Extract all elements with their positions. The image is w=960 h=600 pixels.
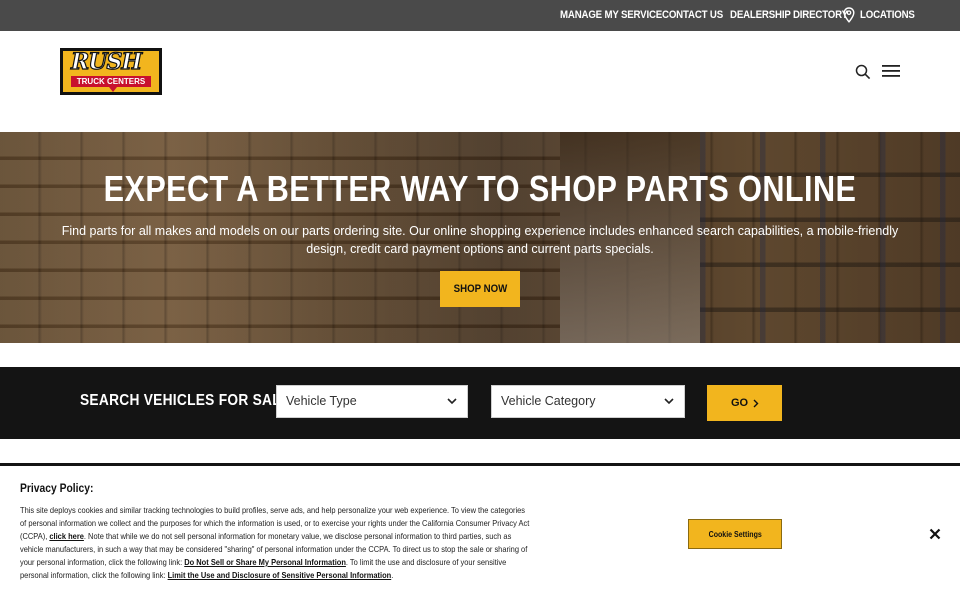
utility-bar: MANAGE MY SERVICE CONTACT US DEALERSHIP … (0, 0, 960, 31)
shop-now-label: SHOP NOW (453, 283, 507, 295)
cookie-text-part-4: . (391, 570, 394, 580)
cookie-settings-label: Cookie Settings (708, 529, 762, 539)
logo-wordmark: RUSH (70, 51, 142, 76)
hamburger-menu-icon[interactable] (882, 63, 900, 79)
vehicle-search-bar: SEARCH VEHICLES FOR SALE: Vehicle Type V… (0, 367, 960, 439)
vehicle-type-select[interactable]: Vehicle Type (276, 385, 468, 418)
click-here-link[interactable]: click here (49, 531, 84, 541)
logo-band: TRUCK CENTERS (71, 76, 151, 87)
cookie-banner-text: This site deploys cookies and similar tr… (20, 504, 530, 582)
vehicle-type-value: Vehicle Type (286, 394, 357, 408)
cookie-settings-button[interactable]: Cookie Settings (688, 519, 782, 549)
site-header: RUSH TRUCK CENTERS (0, 31, 960, 132)
chevron-down-icon (447, 398, 457, 405)
manage-my-service-link[interactable]: MANAGE MY SERVICE (560, 0, 662, 31)
chevron-down-icon (664, 398, 674, 405)
rush-truck-centers-logo[interactable]: RUSH TRUCK CENTERS (60, 48, 162, 95)
limit-use-link[interactable]: Limit the Use and Disclosure of Sensitiv… (168, 570, 392, 580)
hero-title: EXPECT A BETTER WAY TO SHOP PARTS ONLINE (103, 168, 857, 209)
search-icon[interactable] (855, 64, 871, 80)
contact-us-link[interactable]: CONTACT US (662, 0, 723, 31)
shop-now-button[interactable]: SHOP NOW (440, 271, 520, 307)
vehicle-search-label: SEARCH VEHICLES FOR SALE: (80, 392, 296, 409)
hero-description: Find parts for all makes and models on o… (61, 224, 899, 256)
close-icon[interactable] (928, 527, 942, 541)
vehicle-category-select[interactable]: Vehicle Category (491, 385, 685, 418)
go-label: GO (731, 397, 749, 409)
locations-link[interactable]: LOCATIONS (860, 0, 915, 31)
cookie-consent-banner: Privacy Policy: This site deploys cookie… (0, 463, 960, 600)
vehicle-category-value: Vehicle Category (501, 394, 596, 408)
logo-subtext: TRUCK CENTERS (76, 77, 146, 86)
cookie-banner-title: Privacy Policy: (20, 481, 94, 495)
content-gap (0, 439, 960, 463)
dealership-directory-link[interactable]: DEALERSHIP DIRECTORY (730, 0, 848, 31)
chevron-right-icon (753, 399, 759, 408)
location-pin-icon[interactable] (843, 7, 855, 23)
do-not-sell-link[interactable]: Do Not Sell or Share My Personal Informa… (184, 557, 346, 567)
logo-notch (109, 87, 117, 92)
hero-banner: EXPECT A BETTER WAY TO SHOP PARTS ONLINE… (0, 132, 960, 343)
logo-badge: RUSH TRUCK CENTERS (63, 51, 159, 92)
go-button[interactable]: GO (707, 385, 782, 421)
